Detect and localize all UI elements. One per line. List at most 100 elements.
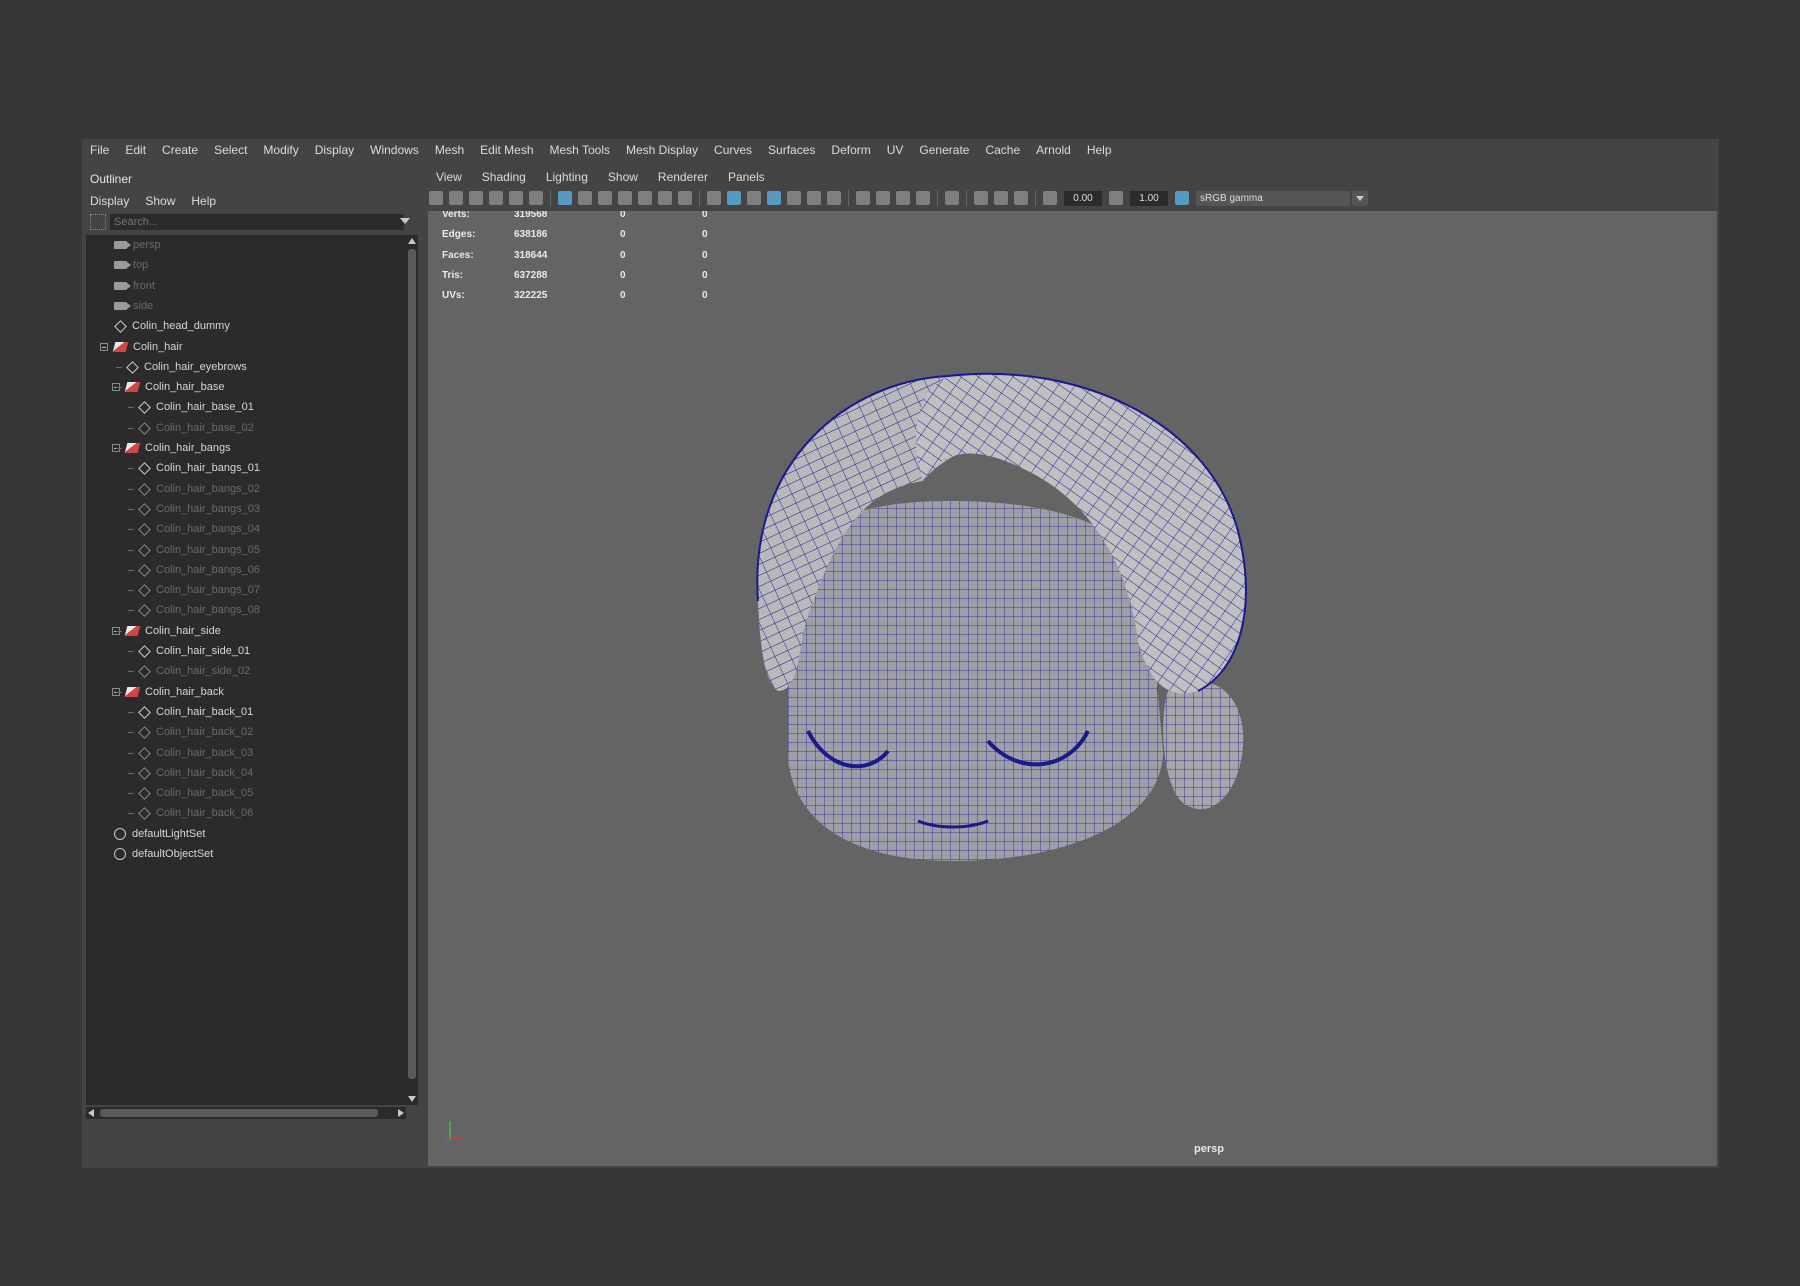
outliner-menu-help[interactable]: Help [183,194,224,208]
scroll-right-arrow-icon[interactable] [398,1109,404,1117]
menu-mesh[interactable]: Mesh [427,143,472,157]
menu-surfaces[interactable]: Surfaces [760,143,823,157]
viewport-menu-show[interactable]: Show [598,170,648,184]
outliner-item[interactable]: Colin_hair_eyebrows [126,357,247,377]
menu-edit-mesh[interactable]: Edit Mesh [472,143,541,157]
wireframe-icon[interactable] [707,191,721,205]
outliner-item[interactable]: front [114,276,155,296]
filter-icon[interactable] [90,214,106,230]
bookmark-icon[interactable] [469,191,483,205]
outliner-item[interactable]: Colin_hair_bangs_03 [138,499,260,519]
lights-icon[interactable] [807,191,821,205]
grease-pencil-icon[interactable] [529,191,543,205]
menu-select[interactable]: Select [206,143,255,157]
wireframe-on-shaded-icon[interactable] [767,191,781,205]
chevron-down-icon[interactable] [1352,190,1368,206]
menu-create[interactable]: Create [154,143,206,157]
xray-icon[interactable] [974,191,988,205]
default-material-icon[interactable] [747,191,761,205]
outliner-item[interactable]: side [114,296,153,316]
field-chart-icon[interactable] [638,191,652,205]
menu-deform[interactable]: Deform [823,143,878,157]
menu-mesh-tools[interactable]: Mesh Tools [542,143,618,157]
menu-uv[interactable]: UV [879,143,912,157]
outliner-horizontal-scrollbar[interactable] [86,1107,406,1119]
exposure-field[interactable]: 0.00 [1064,190,1102,206]
color-space-select[interactable]: sRGB gamma [1196,190,1350,206]
gamma-field[interactable]: 1.00 [1130,190,1168,206]
outliner-item[interactable]: Colin_hair_bangs [124,438,231,458]
menu-file[interactable]: File [82,143,117,157]
outliner-item[interactable]: Colin_hair_bangs_06 [138,560,260,580]
outliner-item[interactable]: Colin_hair_back_02 [138,722,253,742]
isolate-select-icon[interactable] [945,191,959,205]
wireframe-head-model[interactable] [428,211,1717,1166]
grid-icon[interactable] [558,191,572,205]
menu-help[interactable]: Help [1079,143,1120,157]
outliner-item[interactable]: defaultObjectSet [114,844,213,864]
exposure-icon[interactable] [1043,191,1057,205]
menu-edit[interactable]: Edit [117,143,154,157]
2d-pan-zoom-icon[interactable] [509,191,523,205]
viewport-menu-shading[interactable]: Shading [472,170,536,184]
safe-title-icon[interactable] [678,191,692,205]
outliner-item[interactable]: Colin_hair_bangs_05 [138,540,260,560]
viewport-menu-panels[interactable]: Panels [718,170,775,184]
outliner-menu-display[interactable]: Display [82,194,137,208]
outliner-item[interactable]: Colin_hair_base_01 [138,397,254,417]
resolution-gate-icon[interactable] [598,191,612,205]
menu-arnold[interactable]: Arnold [1028,143,1079,157]
outliner-item[interactable]: Colin_hair_back_04 [138,763,253,783]
outliner-item[interactable]: Colin_hair_bangs_02 [138,479,260,499]
collapse-icon[interactable] [100,342,108,351]
menu-display[interactable]: Display [307,143,362,157]
outliner-item[interactable]: Colin_hair_back_06 [138,803,253,823]
xray-active-components-icon[interactable] [994,191,1008,205]
textured-icon[interactable] [787,191,801,205]
scroll-down-arrow-icon[interactable] [408,1096,416,1102]
outliner-item[interactable]: Colin_hair_side [124,621,221,641]
menu-generate[interactable]: Generate [911,143,977,157]
shadows-icon[interactable] [827,191,841,205]
outliner-tab[interactable]: Outliner [90,169,132,189]
xray-joints-icon[interactable] [1014,191,1028,205]
motion-blur-icon[interactable] [876,191,890,205]
outliner-item[interactable]: Colin_hair_bangs_01 [138,458,260,478]
outliner-item[interactable]: Colin_head_dummy [114,316,230,336]
outliner-item[interactable]: persp [114,235,161,255]
menu-mesh-display[interactable]: Mesh Display [618,143,706,157]
outliner-vertical-scrollbar[interactable] [406,235,418,1105]
scroll-left-arrow-icon[interactable] [88,1109,94,1117]
image-plane-icon[interactable] [489,191,503,205]
outliner-search-input[interactable] [110,214,404,230]
outliner-item[interactable]: Colin_hair_back [124,682,224,702]
viewport-menu-view[interactable]: View [426,170,472,184]
depth-of-field-icon[interactable] [916,191,930,205]
outliner-item[interactable]: Colin_hair_side_02 [138,661,250,681]
scroll-thumb[interactable] [100,1109,378,1117]
film-gate-icon[interactable] [578,191,592,205]
viewport-menu-lighting[interactable]: Lighting [536,170,598,184]
outliner-item[interactable]: Colin_hair_base_02 [138,418,254,438]
outliner-item[interactable]: Colin_hair_bangs_07 [138,580,260,600]
outliner-item[interactable]: Colin_hair [112,337,183,357]
menu-cache[interactable]: Cache [977,143,1028,157]
outliner-item[interactable]: Colin_hair_bangs_04 [138,519,260,539]
safe-action-icon[interactable] [658,191,672,205]
gamma-icon[interactable] [1109,191,1123,205]
ambient-occlusion-icon[interactable] [856,191,870,205]
scroll-up-arrow-icon[interactable] [408,238,416,244]
camera-attributes-icon[interactable] [449,191,463,205]
menu-modify[interactable]: Modify [255,143,306,157]
viewport-menu-renderer[interactable]: Renderer [648,170,718,184]
outliner-menu-show[interactable]: Show [137,194,183,208]
outliner-item[interactable]: Colin_hair_side_01 [138,641,250,661]
scroll-thumb[interactable] [408,249,416,1079]
chevron-down-icon[interactable] [400,218,410,224]
outliner-item[interactable]: Colin_hair_base [124,377,225,397]
3d-viewport[interactable]: Verts: 319568 0 0 Edges: 638186 0 0 Faces: 318644… [428,211,1717,1166]
outliner-item[interactable]: Colin_hair_back_01 [138,702,253,722]
color-management-icon[interactable] [1175,191,1189,205]
smooth-shade-icon[interactable] [727,191,741,205]
outliner-item[interactable]: defaultLightSet [114,824,205,844]
